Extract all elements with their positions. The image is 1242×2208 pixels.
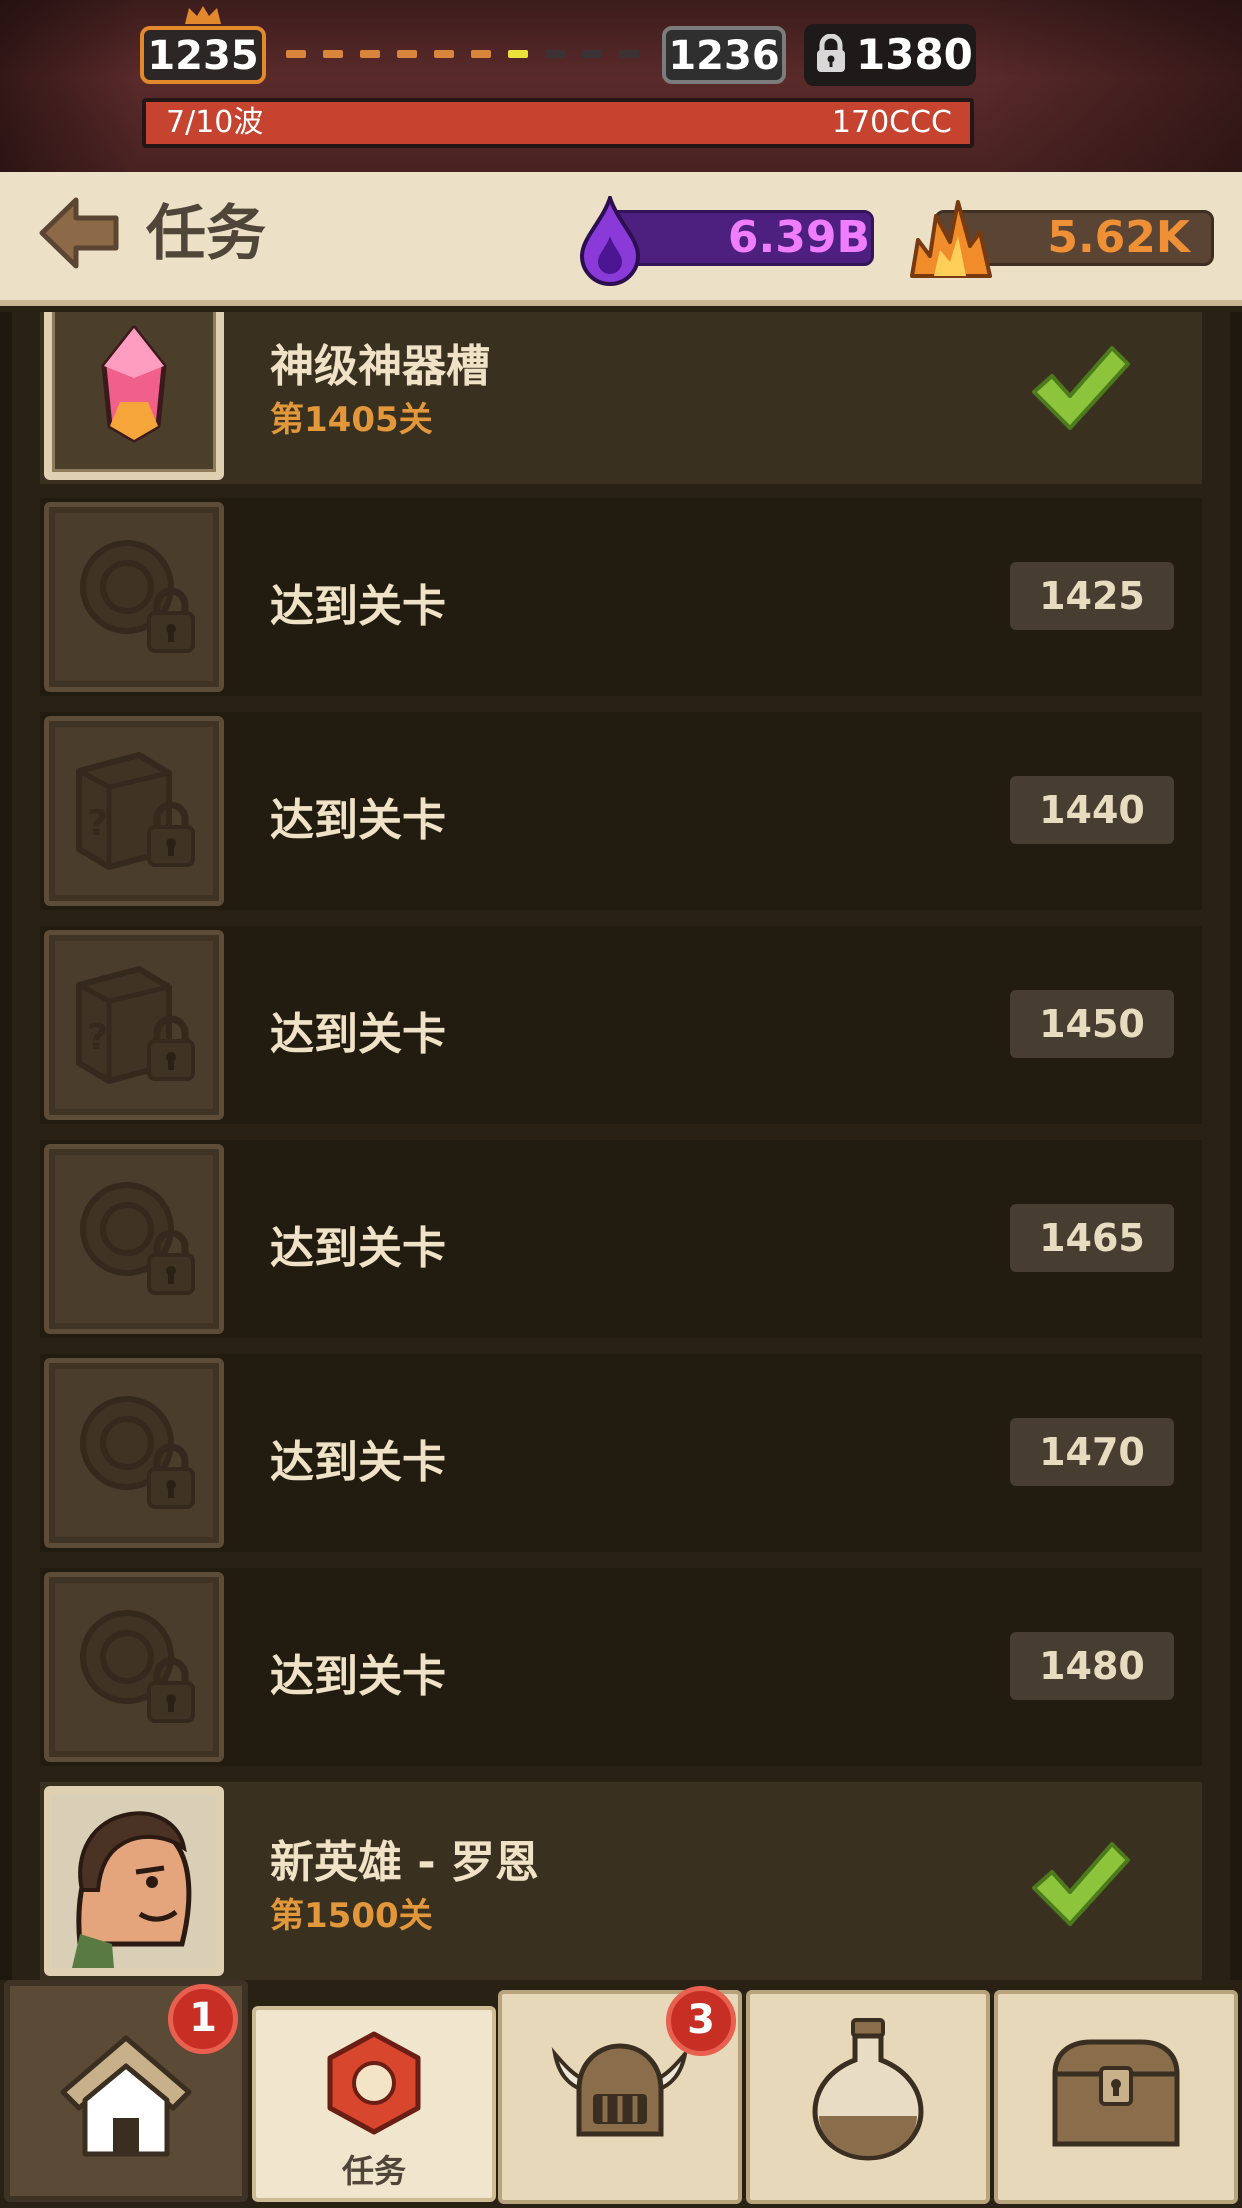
- purple-resource: 6.39B: [578, 196, 884, 286]
- svg-text:?: ?: [87, 803, 108, 844]
- task-list[interactable]: 神级神器槽 第1405关 达到关卡 1425 ? 达到关卡 1440 ? 达到关…: [0, 312, 1242, 1980]
- level-tag: 1425: [1010, 562, 1174, 630]
- wave-label: 7/10波: [166, 105, 264, 140]
- crown-icon: [185, 6, 221, 24]
- progress-dot: [471, 50, 491, 58]
- back-arrow-icon[interactable]: [36, 194, 122, 272]
- wave-health-bar: 7/10波 170CCC: [142, 98, 974, 148]
- task-row[interactable]: ? 达到关卡 1450: [40, 926, 1202, 1124]
- check-icon: [1032, 1842, 1130, 1926]
- task-thumbnail: [44, 1786, 224, 1976]
- orange-resource-value: 5.62K: [1047, 212, 1190, 263]
- task-title: 达到关卡: [270, 1009, 446, 1060]
- top-hud: 1235 1236 1380 7/10波 170CCC: [0, 0, 1242, 172]
- task-row[interactable]: 达到关卡 1465: [40, 1140, 1202, 1338]
- task-level-requirement: 第1500关: [270, 1896, 433, 1936]
- locked-medal-icon: [80, 1610, 195, 1723]
- check-icon: [1032, 346, 1130, 430]
- task-thumbnail: [44, 1144, 224, 1334]
- gem-icon: [101, 325, 167, 443]
- level-tag: 1480: [1010, 1632, 1174, 1700]
- home-icon: [60, 2035, 192, 2157]
- hud-shade: [982, 0, 1242, 172]
- level-progress-dots: [286, 50, 650, 60]
- progress-dot: [434, 50, 454, 58]
- task-row[interactable]: 新英雄 - 罗恩 第1500关: [40, 1782, 1202, 1980]
- task-title: 达到关卡: [270, 581, 446, 632]
- level-tag: 1450: [1010, 990, 1174, 1058]
- next-level: 1236: [662, 26, 786, 84]
- task-thumbnail: ?: [44, 930, 224, 1120]
- tab-tasks-label: 任务: [341, 2152, 406, 2190]
- lock-icon: [817, 34, 845, 72]
- task-thumbnail: ?: [44, 716, 224, 906]
- tab-chests[interactable]: [994, 1990, 1238, 2204]
- tab-potions[interactable]: [746, 1990, 990, 2204]
- progress-dot: [545, 50, 565, 58]
- task-icon: [327, 2031, 421, 2135]
- task-row[interactable]: ? 达到关卡 1440: [40, 712, 1202, 910]
- locked-mystery-box-icon: ?: [76, 966, 195, 1084]
- task-title: 神级神器槽: [270, 341, 490, 392]
- home-badge: 1: [168, 1984, 238, 2054]
- enemy-hp: 170CCC: [831, 105, 952, 140]
- task-thumbnail: [44, 312, 224, 480]
- progress-dot: [323, 50, 343, 58]
- potion-icon: [812, 2018, 924, 2161]
- level-tag: 1470: [1010, 1418, 1174, 1486]
- list-border: [0, 312, 12, 1980]
- level-tag: 1440: [1010, 776, 1174, 844]
- progress-dot: [582, 50, 602, 58]
- tab-tasks[interactable]: 任务: [252, 2006, 496, 2202]
- task-row[interactable]: 达到关卡 1470: [40, 1354, 1202, 1552]
- progress-dot: [286, 50, 306, 58]
- task-thumbnail: [44, 1358, 224, 1548]
- page-header: 任务 6.39B 5.62K: [0, 172, 1242, 306]
- chest-icon: [1052, 2039, 1180, 2147]
- task-row[interactable]: 达到关卡 1425: [40, 498, 1202, 696]
- progress-dot: [360, 50, 380, 58]
- task-title: 达到关卡: [270, 795, 446, 846]
- current-level: 1235: [140, 26, 266, 84]
- hero-portrait-icon: [52, 1794, 216, 1968]
- task-title: 达到关卡: [270, 1651, 446, 1702]
- hud-shade: [0, 0, 140, 172]
- level-tag: 1465: [1010, 1204, 1174, 1272]
- locked-medal-icon: [80, 1396, 195, 1509]
- orange-resource: 5.62K: [904, 196, 1214, 280]
- locked-mystery-box-icon: ?: [76, 752, 195, 870]
- task-title: 达到关卡: [270, 1223, 446, 1274]
- locked-level-value: 1380: [856, 30, 973, 79]
- task-thumbnail: [44, 1572, 224, 1762]
- locked-medal-icon: [80, 1182, 195, 1295]
- bottom-nav: 1 任务 3: [0, 1980, 1242, 2208]
- progress-dot: [619, 50, 639, 58]
- locked-level: 1380: [804, 24, 976, 86]
- heroes-badge: 3: [666, 1986, 736, 2056]
- task-row[interactable]: 神级神器槽 第1405关: [40, 312, 1202, 484]
- locked-medal-icon: [80, 540, 195, 653]
- page-title: 任务: [146, 199, 266, 269]
- task-row[interactable]: 达到关卡 1480: [40, 1568, 1202, 1766]
- helmet-icon: [551, 2043, 689, 2137]
- list-border: [1230, 312, 1242, 1980]
- progress-dot: [397, 50, 417, 58]
- task-title: 新英雄 - 罗恩: [270, 1837, 539, 1888]
- purple-resource-value: 6.39B: [727, 212, 870, 263]
- progress-dot: [508, 50, 528, 58]
- task-thumbnail: [44, 502, 224, 692]
- svg-text:?: ?: [87, 1017, 108, 1058]
- task-title: 达到关卡: [270, 1437, 446, 1488]
- task-level-requirement: 第1405关: [270, 400, 433, 440]
